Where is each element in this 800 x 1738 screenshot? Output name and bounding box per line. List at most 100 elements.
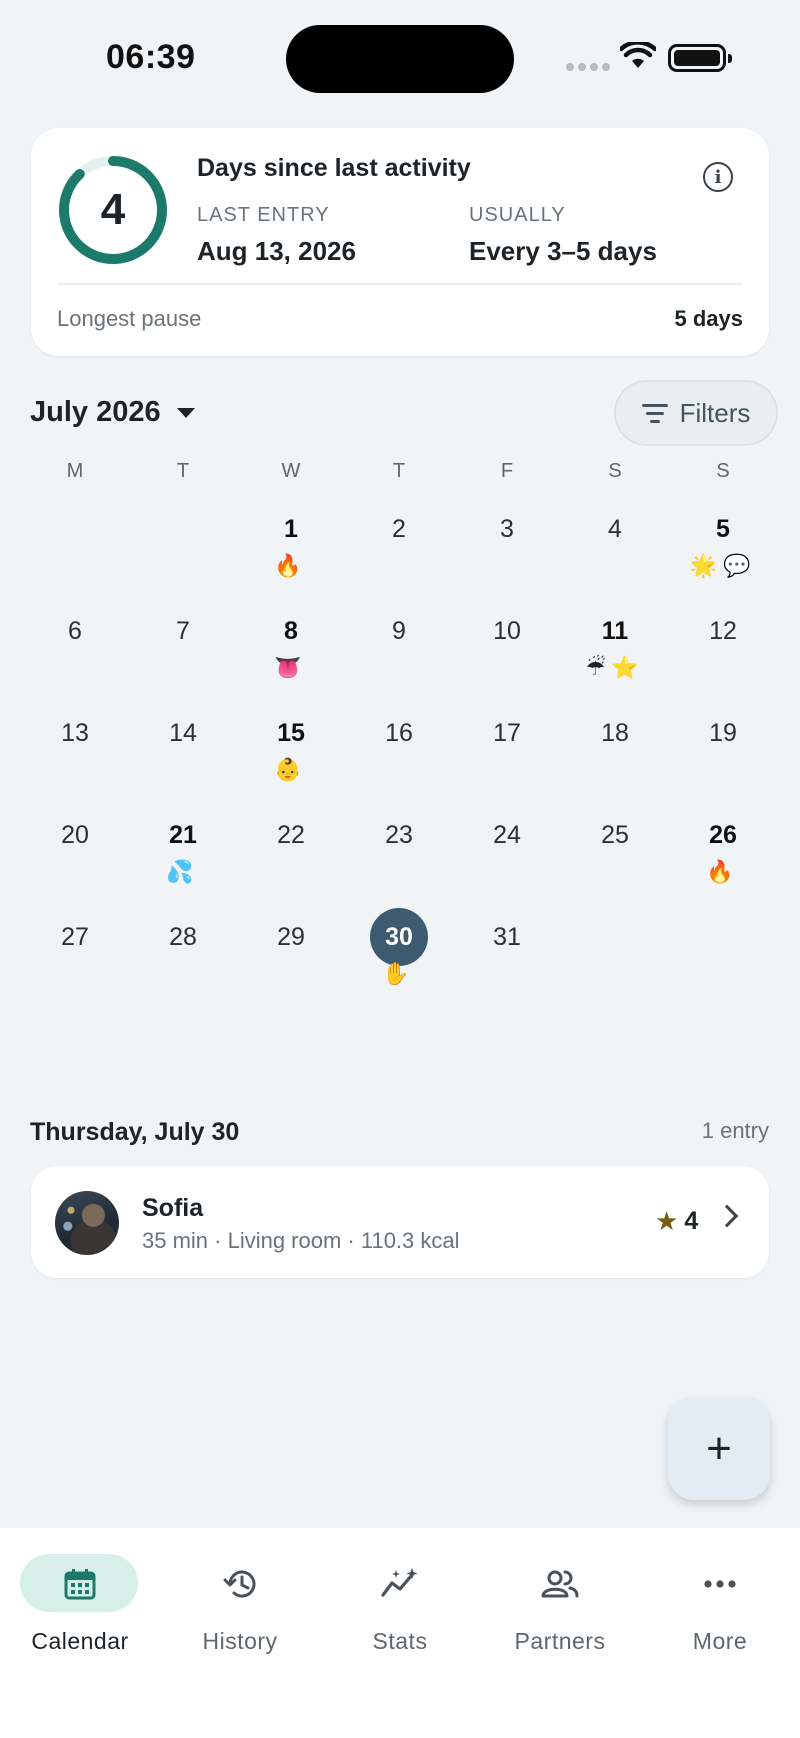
calendar-day[interactable]: 26 🔥 — [669, 806, 777, 908]
day-emoji-tags: 👅 — [274, 656, 308, 681]
day-number: 2 — [392, 514, 406, 543]
day-number: 18 — [601, 718, 629, 747]
day-number: 12 — [709, 616, 737, 645]
calendar-day[interactable]: 31 — [453, 908, 561, 1010]
wifi-icon — [620, 42, 656, 68]
nav-item-stats[interactable]: Stats — [320, 1554, 480, 1664]
calendar-day[interactable]: 13 — [21, 704, 129, 806]
day-number: 23 — [385, 820, 413, 849]
calendar-day[interactable]: 16 — [345, 704, 453, 806]
star-icon: ★ — [655, 1206, 679, 1236]
calendar-day[interactable]: 29 — [237, 908, 345, 1010]
day-number: 13 — [61, 718, 89, 747]
day-number: 20 — [61, 820, 89, 849]
status-bar: 06:39 — [0, 0, 800, 110]
nav-item-history[interactable]: History — [160, 1554, 320, 1664]
days-since-card: 4 Days since last activity i LAST ENTRY … — [31, 128, 769, 356]
status-time: 06:39 — [106, 38, 196, 76]
calendar-day[interactable]: 5 🌟💬 — [669, 500, 777, 602]
day-emoji-tags: 🔥 — [706, 860, 740, 885]
add-entry-button[interactable]: + — [668, 1398, 770, 1500]
calendar-day[interactable]: 9 — [345, 602, 453, 704]
calendar-day[interactable]: 1 🔥 — [237, 500, 345, 602]
calendar-day[interactable]: 2 — [345, 500, 453, 602]
day-emoji-tags: 🌟💬 — [689, 554, 757, 579]
usually-label: USUALLY — [469, 204, 566, 226]
avatar — [55, 1191, 119, 1255]
month-selector[interactable]: July 2026 — [30, 396, 195, 429]
weekday-label: T — [392, 460, 406, 482]
calendar-day-today[interactable]: 30 ✋ — [345, 908, 453, 1010]
calendar-day[interactable]: 8 👅 — [237, 602, 345, 704]
bottom-nav: Calendar History Stats Partners More — [0, 1528, 800, 1738]
calendar-day[interactable]: 14 — [129, 704, 237, 806]
nav-label: More — [692, 1628, 748, 1654]
day-number: 17 — [493, 718, 521, 747]
calendar-day[interactable]: 22 — [237, 806, 345, 908]
calendar-day[interactable]: 20 — [21, 806, 129, 908]
calendar-day[interactable]: 15 👶 — [237, 704, 345, 806]
calendar-blank-cell — [21, 500, 129, 602]
calendar-day[interactable]: 18 — [561, 704, 669, 806]
weekday-label: M — [66, 460, 84, 482]
dynamic-island — [286, 25, 514, 93]
partners-icon — [480, 1567, 640, 1601]
calendar-day[interactable]: 3 — [453, 500, 561, 602]
calendar-day[interactable]: 25 — [561, 806, 669, 908]
battery-icon — [668, 44, 732, 72]
weekday-header: M T W T F S S — [21, 460, 779, 483]
day-emoji-tags: 💦 — [166, 860, 200, 885]
day-number: 25 — [601, 820, 629, 849]
calendar-day[interactable]: 28 — [129, 908, 237, 1010]
day-emoji-tags: 🔥 — [274, 554, 308, 579]
calendar-day[interactable]: 10 — [453, 602, 561, 704]
day-number: 7 — [176, 616, 190, 645]
calendar-day[interactable]: 21 💦 — [129, 806, 237, 908]
filters-label: Filters — [679, 397, 751, 428]
stats-icon — [320, 1567, 480, 1601]
cellular-signal-icon — [566, 63, 610, 71]
nav-label: History — [202, 1628, 278, 1654]
calendar-day[interactable]: 19 — [669, 704, 777, 806]
day-number: 1 — [284, 514, 298, 543]
day-number: 29 — [277, 922, 305, 951]
nav-item-more[interactable]: More — [640, 1554, 800, 1664]
card-divider — [57, 283, 743, 285]
rating-value: 4 — [684, 1207, 699, 1235]
info-icon[interactable]: i — [703, 162, 733, 192]
entry-count: 1 entry — [701, 1118, 769, 1143]
calendar-day[interactable]: 7 — [129, 602, 237, 704]
day-number: 6 — [68, 616, 82, 645]
day-number: 15 — [277, 718, 305, 747]
filter-icon — [641, 403, 668, 423]
calendar-blank-cell — [129, 500, 237, 602]
day-number: 9 — [392, 616, 406, 645]
calendar-day[interactable]: 24 — [453, 806, 561, 908]
day-emoji-tags: ☔⭐ — [585, 656, 645, 681]
day-number: 16 — [385, 718, 413, 747]
day-emoji-tags: ✋ — [382, 962, 416, 987]
calendar-day[interactable]: 4 — [561, 500, 669, 602]
weekday-label: F — [500, 460, 514, 482]
calendar-day[interactable]: 6 — [21, 602, 129, 704]
calendar-day[interactable]: 17 — [453, 704, 561, 806]
entry-card[interactable]: Sofia 35 min · Living room · 110.3 kcal … — [31, 1166, 769, 1278]
calendar-day[interactable]: 27 — [21, 908, 129, 1010]
day-number: 24 — [493, 820, 521, 849]
filters-button[interactable]: Filters — [614, 380, 778, 446]
last-entry-value: Aug 13, 2026 — [197, 236, 356, 266]
calendar-day[interactable]: 23 — [345, 806, 453, 908]
day-number: 26 — [709, 820, 737, 849]
nav-item-partners[interactable]: Partners — [480, 1554, 640, 1664]
calendar-day[interactable]: 11 ☔⭐ — [561, 602, 669, 704]
day-number: 4 — [608, 514, 622, 543]
longest-pause-value: 5 days — [674, 306, 744, 331]
calendar-icon — [0, 1567, 160, 1601]
last-entry-label: LAST ENTRY — [197, 204, 330, 226]
history-icon — [160, 1567, 320, 1601]
calendar-day[interactable]: 12 — [669, 602, 777, 704]
nav-item-calendar[interactable]: Calendar — [0, 1554, 160, 1664]
day-number: 19 — [709, 718, 737, 747]
longest-pause-label: Longest pause — [57, 306, 202, 331]
rating: ★ 4 — [655, 1206, 698, 1237]
